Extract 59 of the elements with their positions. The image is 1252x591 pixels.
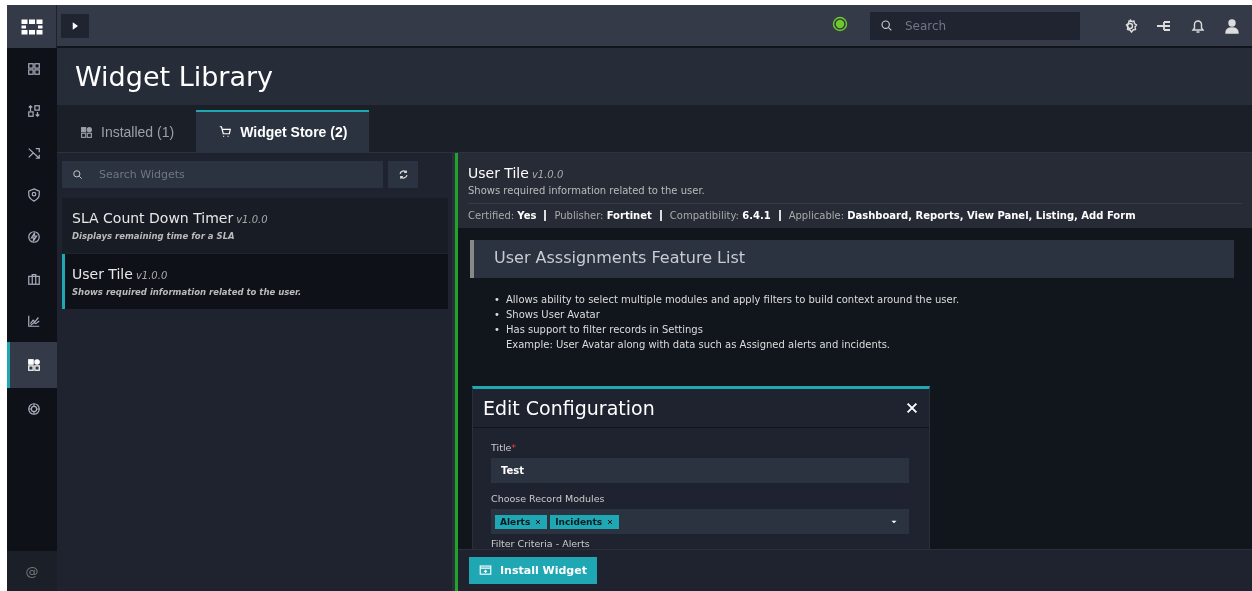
- module-tag[interactable]: Incidents: [550, 514, 620, 529]
- grid-icon: [26, 62, 41, 76]
- chart-icon: [26, 314, 41, 328]
- notifications-button[interactable]: [1190, 17, 1206, 34]
- bolt-icon: [26, 230, 41, 244]
- search-field[interactable]: Search: [903, 17, 1057, 34]
- module-tag[interactable]: Alerts: [495, 514, 548, 529]
- widget-description: Shows required information related to the user.: [468, 185, 1242, 204]
- tab[interactable]: Widget Store (2): [196, 110, 370, 152]
- widget-search-box[interactable]: Search Widgets: [62, 161, 383, 188]
- field-label: Filter Criteria - Alerts: [491, 538, 591, 549]
- widgets-icon: [80, 125, 93, 139]
- briefcase-icon: [26, 272, 41, 286]
- expand-button[interactable]: [61, 13, 89, 38]
- widget-list-item[interactable]: SLA Count Down Timer v1.0.0 Displays remaining time for a SLA: [62, 198, 448, 253]
- close-icon: [905, 401, 919, 415]
- feature-item: Shows User Avatar: [506, 308, 600, 322]
- field-label: Choose Record Modules: [491, 493, 606, 504]
- footer-symbol: @: [7, 551, 57, 591]
- feature-heading: User Asssignments Feature List: [470, 240, 1234, 278]
- shield-icon: [26, 188, 41, 202]
- nav-item[interactable]: [7, 342, 57, 388]
- feature-item: Has support to filter records in Settings Example: User Avatar along with data such as Assigned alerts and incidents.: [506, 323, 891, 352]
- refresh-button[interactable]: [388, 161, 418, 188]
- bullet-mark: •: [494, 308, 500, 322]
- sort-icon: [26, 104, 41, 118]
- bullet-mark: •: [494, 293, 500, 307]
- widget-list-item[interactable]: User Tile v1.0.0 Shows required information related to the user.: [62, 254, 448, 309]
- status-icon: [832, 15, 848, 32]
- bell-icon: [1190, 17, 1206, 34]
- field-label: Title*: [491, 442, 518, 453]
- page-title: Widget Library: [75, 61, 274, 92]
- modules-select[interactable]: Alerts Incidents: [491, 509, 909, 534]
- title-input[interactable]: Test: [491, 458, 909, 483]
- shuffle-icon: [26, 146, 41, 160]
- widget-title: User Tile: [468, 165, 529, 181]
- meta-item: Compatibility: 6.4.1: [659, 210, 779, 221]
- search-icon: [880, 19, 893, 32]
- feature-item: Allows ability to select multiple modules and apply filters to build context around the user.: [506, 293, 960, 307]
- bullet-mark: •: [494, 323, 500, 337]
- search-box[interactable]: Search: [870, 11, 1080, 40]
- dialog-title: Edit Configuration: [483, 397, 655, 419]
- meta-item: Publisher: Fortinet: [544, 210, 660, 221]
- meta-item: Certified: Yes: [468, 210, 538, 221]
- install-icon: [479, 564, 492, 577]
- tab[interactable]: Installed (1): [58, 110, 197, 152]
- widget-search-field[interactable]: Search Widgets: [97, 167, 351, 182]
- remove-icon: [534, 517, 543, 526]
- cart-icon: [218, 125, 233, 139]
- user-icon: [1224, 17, 1240, 34]
- widgets-icon: [26, 358, 41, 372]
- meta-item: Applicable: Dashboard, Reports, View Panel, Listing, Add Form: [778, 210, 1144, 221]
- remove-icon: [606, 517, 615, 526]
- refresh-icon: [397, 169, 409, 180]
- lifebuoy-icon: [26, 402, 41, 416]
- close-button[interactable]: [905, 401, 919, 415]
- search-icon: [72, 169, 83, 180]
- widget-version: v1.0.0: [531, 169, 564, 180]
- user-button[interactable]: [1224, 17, 1240, 34]
